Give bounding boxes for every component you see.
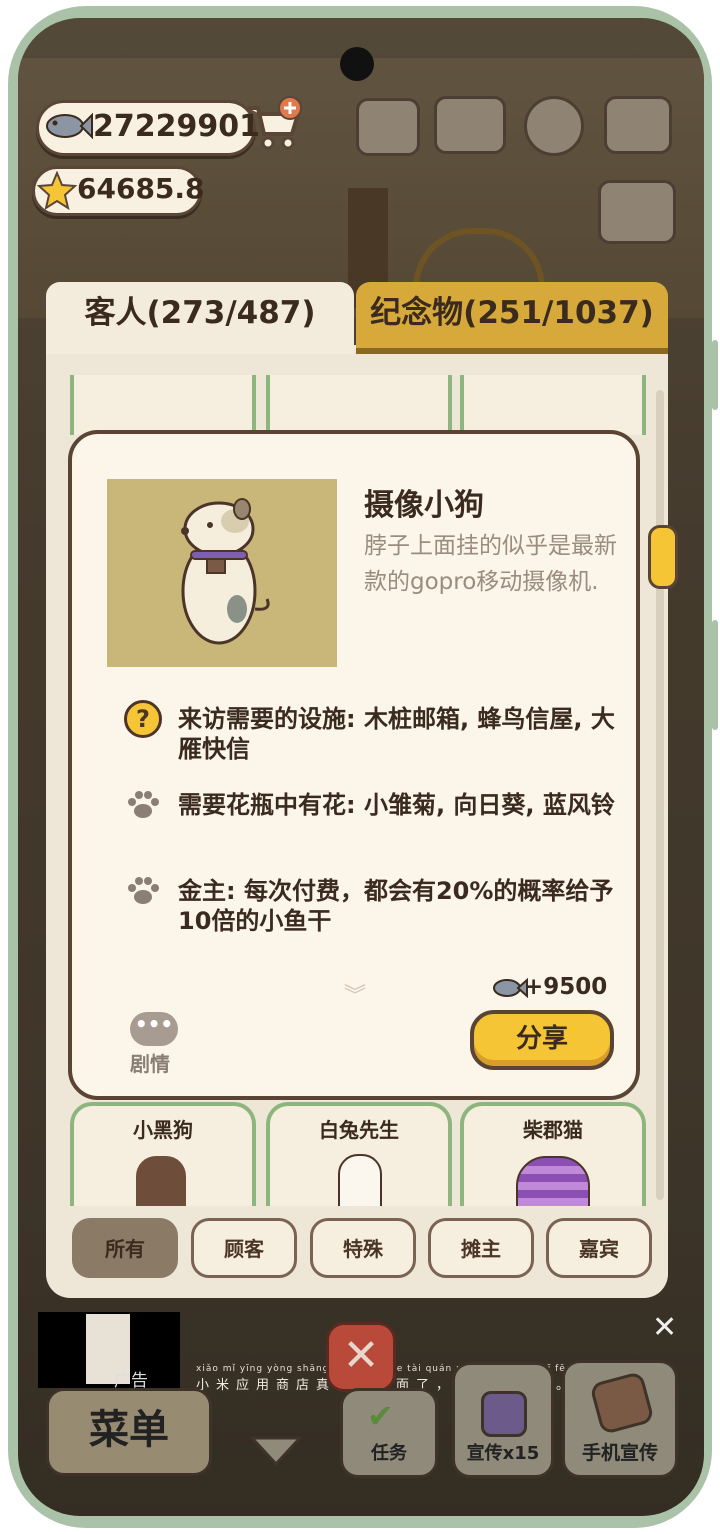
- guest-card-label: 白兔先生: [319, 1118, 399, 1142]
- camera-dog-illustration: [181, 498, 270, 645]
- star-count: 64685.8: [77, 172, 205, 205]
- guest-description: 脖子上面挂的似乎是最新款的gopro移动摄像机.: [364, 533, 617, 595]
- story-label[interactable]: 剧情: [130, 1048, 170, 1077]
- requirement-sponsor: 金主: 每次付费，都会有20%的概率给予10倍的小鱼干: [178, 877, 614, 935]
- star-icon: [36, 170, 78, 215]
- guest-card[interactable]: [70, 375, 256, 435]
- filter-customers[interactable]: 顾客: [191, 1218, 297, 1278]
- tab-souvenirs[interactable]: 纪念物(251/1037): [356, 282, 668, 354]
- book-icon[interactable]: [434, 96, 506, 154]
- requirement-flowers: 需要花瓶中有花: 小雏菊, 向日葵, 蓝风铃: [178, 791, 615, 819]
- phone-icon: [589, 1370, 655, 1436]
- guest-portrait: [107, 479, 337, 667]
- paw-icon: [126, 790, 160, 824]
- guest-card-white-rabbit[interactable]: 白兔先生: [266, 1102, 452, 1218]
- checkmark-icon: ✔: [367, 1397, 394, 1435]
- guest-card-label: 小黑狗: [133, 1118, 193, 1142]
- guest-card-label: 柴郡猫: [523, 1118, 583, 1142]
- star-currency-pill: 64685.8: [32, 166, 205, 216]
- fish-count: 27229901: [93, 109, 260, 144]
- sort-toggle-icon[interactable]: [598, 180, 676, 244]
- menu-button[interactable]: 菜单: [46, 1388, 212, 1476]
- guest-card-black-dog[interactable]: 小黑狗: [70, 1102, 256, 1216]
- filter-guests-of-honor[interactable]: 嘉宾: [546, 1218, 652, 1278]
- filter-special[interactable]: 特殊: [310, 1218, 416, 1278]
- promo-label: 宣传x15: [466, 1443, 540, 1464]
- front-camera: [340, 47, 374, 81]
- promo-icon: [481, 1391, 527, 1437]
- ad-banner[interactable]: 广告: [38, 1312, 180, 1391]
- fish-icon: [45, 109, 93, 143]
- promo-button[interactable]: 宣传x15: [452, 1362, 554, 1478]
- share-button[interactable]: 分享: [470, 1010, 614, 1070]
- task-button[interactable]: ✔ 任务: [340, 1388, 438, 1478]
- requirement-facilities: 来访需要的设施: 木桩邮箱, 蜂鸟信屋, 大雁快信: [178, 705, 615, 763]
- question-icon: ?: [124, 700, 162, 738]
- guest-card-cheshire-cat[interactable]: 柴郡猫: [460, 1102, 646, 1216]
- fish-icon: [492, 974, 528, 1006]
- map-icon[interactable]: [604, 96, 672, 154]
- guest-card[interactable]: [266, 375, 452, 435]
- notes-icon[interactable]: [356, 98, 420, 156]
- filter-all[interactable]: 所有: [72, 1218, 178, 1278]
- task-label: 任务: [371, 1443, 407, 1464]
- chevron-down-icon[interactable]: ︾: [344, 978, 366, 1010]
- guest-card[interactable]: [460, 375, 646, 435]
- guest-detail-modal: 摄像小狗 脖子上面挂的似乎是最新款的gopro移动摄像机. ? 来访需要的设施:…: [68, 430, 640, 1100]
- fish-currency-pill: 27229901: [36, 100, 260, 156]
- chat-bubble-icon[interactable]: •••: [130, 1012, 178, 1046]
- power-button: [712, 620, 718, 730]
- scrollbar-handle[interactable]: [648, 525, 678, 589]
- phone-promo-button[interactable]: 手机宣传: [562, 1360, 678, 1478]
- guest-name: 摄像小狗: [364, 488, 484, 523]
- tab-guests[interactable]: 客人(273/487): [46, 282, 354, 354]
- gear-icon[interactable]: [524, 96, 584, 156]
- phone-promo-label: 手机宣传: [581, 1442, 658, 1464]
- paw-icon: [126, 876, 160, 910]
- scrollbar-track[interactable]: [656, 390, 664, 1200]
- chevron-down-icon[interactable]: [248, 1432, 304, 1468]
- filter-vendors[interactable]: 摊主: [428, 1218, 534, 1278]
- close-x-icon[interactable]: ✕: [326, 1322, 396, 1392]
- close-ad-icon[interactable]: ✕: [652, 1310, 677, 1345]
- shop-cart-button[interactable]: [244, 96, 304, 152]
- volume-button: [712, 340, 718, 410]
- reward-amount: +9500: [524, 974, 608, 1000]
- cart-plus-icon: [248, 96, 302, 150]
